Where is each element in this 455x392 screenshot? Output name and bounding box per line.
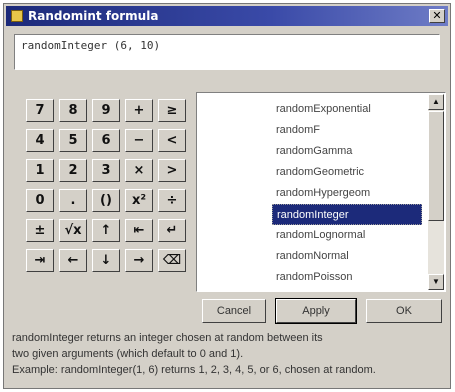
description-line: randomInteger returns an integer chosen … xyxy=(12,332,323,344)
app-icon xyxy=(11,10,23,22)
key-square-root[interactable]: √x xyxy=(59,219,87,242)
function-list-item[interactable]: randomF xyxy=(272,120,422,141)
key-enter[interactable]: ↵ xyxy=(158,219,186,242)
ok-button[interactable]: OK xyxy=(366,299,442,323)
function-list-item[interactable]: randomGeometric xyxy=(272,162,422,183)
key-less-than[interactable]: < xyxy=(158,129,186,152)
key-plus-minus[interactable]: ± xyxy=(26,219,54,242)
scroll-thumb[interactable] xyxy=(428,111,444,221)
function-list-item[interactable]: randomInteger xyxy=(272,204,422,225)
formula-dialog: Randomint formula ✕ randomInteger (6, 10… xyxy=(3,3,451,389)
title-bar[interactable]: Randomint formula ✕ xyxy=(6,6,448,26)
key-6[interactable]: 6 xyxy=(92,129,120,152)
key-down[interactable]: ↓ xyxy=(92,249,120,272)
formula-input[interactable]: randomInteger (6, 10) xyxy=(14,34,440,70)
function-list[interactable]: randomExponential randomF randomGamma rando… xyxy=(196,92,446,292)
key-right[interactable]: → xyxy=(125,249,153,272)
key-plus[interactable]: + xyxy=(125,99,153,122)
key-greater-equal[interactable]: ≥ xyxy=(158,99,186,122)
function-list-item[interactable]: randomGamma xyxy=(272,141,422,162)
key-1[interactable]: 1 xyxy=(26,159,54,182)
key-left[interactable]: ← xyxy=(59,249,87,272)
function-list-item[interactable]: randomHypergeom xyxy=(272,183,422,204)
function-list-scrollbar[interactable]: ▲ ▼ xyxy=(428,94,444,290)
key-end[interactable]: ⇥ xyxy=(26,249,54,272)
key-home[interactable]: ⇤ xyxy=(125,219,153,242)
close-button[interactable]: ✕ xyxy=(429,9,445,23)
scroll-up-arrow-icon[interactable]: ▲ xyxy=(428,94,444,110)
key-parentheses[interactable]: () xyxy=(92,189,120,212)
function-list-item[interactable]: randomPoisson xyxy=(272,267,422,288)
window-title: Randomint formula xyxy=(28,9,159,23)
key-3[interactable]: 3 xyxy=(92,159,120,182)
key-square[interactable]: x² xyxy=(125,189,153,212)
function-list-item[interactable]: randomNormal xyxy=(272,246,422,267)
key-multiply[interactable]: × xyxy=(125,159,153,182)
key-minus[interactable]: − xyxy=(125,129,153,152)
function-list-items: randomExponential randomF randomGamma rando… xyxy=(272,99,422,288)
key-greater-than[interactable]: > xyxy=(158,159,186,182)
key-5[interactable]: 5 xyxy=(59,129,87,152)
description-line: two given arguments (which default to 0 … xyxy=(12,348,244,360)
key-decimal[interactable]: . xyxy=(59,189,87,212)
description-line: Example: randomInteger(1, 6) returns 1, … xyxy=(12,364,376,376)
key-backspace[interactable]: ⌫ xyxy=(158,249,186,272)
key-9[interactable]: 9 xyxy=(92,99,120,122)
cancel-button[interactable]: Cancel xyxy=(202,299,266,323)
key-divide[interactable]: ÷ xyxy=(158,189,186,212)
function-list-item[interactable]: randomLognormal xyxy=(272,225,422,246)
scroll-down-arrow-icon[interactable]: ▼ xyxy=(428,274,444,290)
key-up[interactable]: ↑ xyxy=(92,219,120,242)
apply-button[interactable]: Apply xyxy=(275,298,357,324)
key-0[interactable]: 0 xyxy=(26,189,54,212)
calculator-keypad: 7 8 9 + ≥4 5 6− <1 2 3 × >0.() x² ÷ ± √x ↑ ⇤ ↵ ⇥ ← ↓ → ⌫ xyxy=(26,99,186,272)
function-description: randomInteger returns an integer chosen … xyxy=(12,330,448,386)
key-4[interactable]: 4 xyxy=(26,129,54,152)
key-2[interactable]: 2 xyxy=(59,159,87,182)
function-list-item[interactable]: randomExponential xyxy=(272,99,422,120)
key-8[interactable]: 8 xyxy=(59,99,87,122)
key-7[interactable]: 7 xyxy=(26,99,54,122)
